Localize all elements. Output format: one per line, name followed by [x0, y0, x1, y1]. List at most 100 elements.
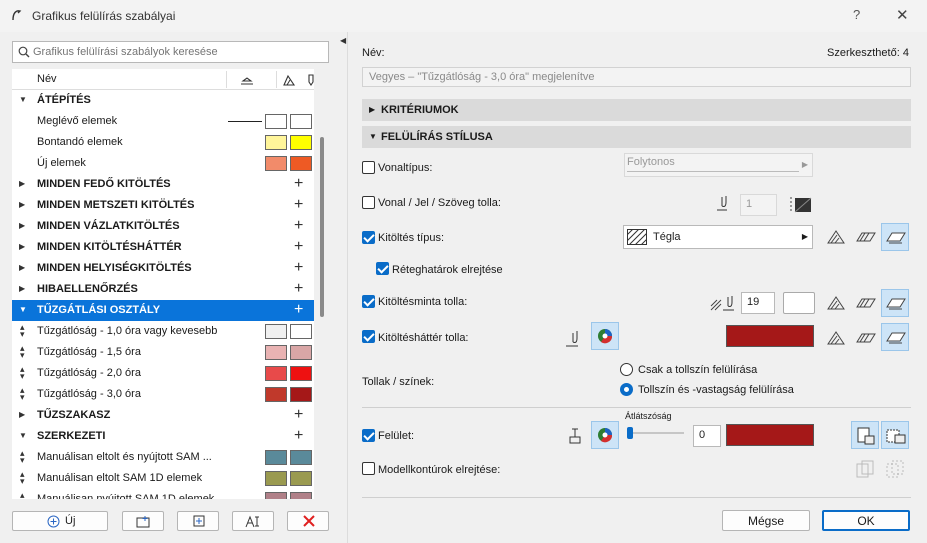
override-style-section[interactable]: ▼ FELÜLÍRÁS STÍLUSA	[362, 126, 911, 148]
fill-cover-icon[interactable]	[855, 330, 877, 346]
fill-color-swatch[interactable]	[290, 324, 312, 339]
surface-color-swatch[interactable]	[265, 387, 287, 402]
pen-icon[interactable]	[304, 73, 314, 87]
linetype-dropdown[interactable]: Folytonos ▶	[624, 153, 813, 177]
surface-color-swatch[interactable]	[265, 471, 287, 486]
fill-type-checkbox[interactable]	[362, 231, 375, 244]
radio-pen-color-weight[interactable]	[620, 383, 633, 396]
fill-color-swatch[interactable]	[290, 135, 312, 150]
reorder-handle-icon[interactable]: ▴▾	[20, 470, 25, 486]
rule-row[interactable]: ▴ ▾ Tűzgátlóság - 2,0 óra	[12, 363, 314, 384]
reorder-handle-icon[interactable]: ▴▾	[20, 449, 25, 465]
add-rule-icon[interactable]: +	[294, 280, 303, 298]
fill-bg-color-swatch[interactable]	[726, 325, 814, 347]
group-row[interactable]: ▶ MINDEN FEDŐ KITÖLTÉS +	[12, 174, 314, 195]
surface-color-swatch[interactable]	[265, 450, 287, 465]
reorder-handle-icon[interactable]: ▴▾	[20, 344, 25, 360]
fill-cover-icon[interactable]	[855, 229, 877, 245]
fill-cut-icon[interactable]	[826, 229, 846, 245]
group-row[interactable]: ▶ MINDEN METSZETI KITÖLTÉS +	[12, 195, 314, 216]
surface-color-swatch[interactable]	[265, 492, 287, 499]
rule-row[interactable]: Új elemek	[12, 153, 314, 174]
fill-color-swatch[interactable]	[290, 114, 312, 129]
add-rule-icon[interactable]: +	[294, 238, 303, 256]
fill-pen-field[interactable]: 19	[741, 292, 775, 314]
rule-row[interactable]: Meglévő elemek	[12, 111, 314, 132]
add-rule-icon[interactable]: +	[294, 259, 303, 277]
fill-color-swatch[interactable]	[290, 387, 312, 402]
rule-row[interactable]: ▴▾ Manuálisan nyújtott SAM 1D elemek	[12, 489, 314, 499]
model-contours-checkbox[interactable]	[362, 462, 375, 475]
group-row[interactable]: ▼ SZERKEZETI +	[12, 426, 314, 447]
fill-color-swatch[interactable]	[290, 366, 312, 381]
expand-icon[interactable]: ▶	[19, 284, 25, 293]
rule-row[interactable]: ▴ ▾ Tűzgátlóság - 3,0 óra	[12, 384, 314, 405]
collapse-panel-arrow[interactable]: ◀	[340, 36, 346, 45]
fill-cut-icon[interactable]	[826, 330, 846, 346]
group-row[interactable]: ▼ ÁTÉPÍTÉS	[12, 90, 314, 111]
surface-color-swatch[interactable]	[726, 424, 814, 446]
expand-icon[interactable]: ▶	[19, 242, 25, 251]
surface-color-swatch[interactable]	[265, 135, 287, 150]
fill-color-swatch[interactable]	[290, 450, 312, 465]
delete-button[interactable]	[287, 511, 329, 531]
rule-row[interactable]: Bontandó elemek	[12, 132, 314, 153]
model-contour-icon[interactable]	[854, 459, 876, 481]
collapse-icon[interactable]: ▼	[19, 95, 27, 104]
expand-icon[interactable]: ▶	[19, 200, 25, 209]
fill-drafting-button[interactable]	[881, 223, 909, 251]
fill-pen-checkbox[interactable]	[362, 295, 375, 308]
duplicate-button[interactable]	[177, 511, 219, 531]
transparency-slider-track[interactable]	[629, 432, 684, 434]
transparency-slider-thumb[interactable]	[627, 427, 633, 439]
surface-icon[interactable]	[240, 73, 254, 87]
surface-override-button[interactable]	[881, 421, 909, 449]
fill-color-swatch[interactable]	[290, 156, 312, 171]
rule-row[interactable]: ▴ ▾ Tűzgátlóság - 1,5 óra	[12, 342, 314, 363]
group-row[interactable]: ▼ TŰZGÁTLÁSI OSZTÁLY +	[12, 300, 314, 321]
fill-drafting-button[interactable]	[881, 289, 909, 317]
add-rule-icon[interactable]: +	[294, 175, 303, 193]
reorder-handle-icon[interactable]: ▴▾	[20, 323, 25, 339]
surface-checkbox[interactable]	[362, 429, 375, 442]
reorder-handle-icon[interactable]: ▴▾	[20, 365, 25, 381]
collapse-icon[interactable]: ▼	[19, 431, 27, 440]
add-rule-icon[interactable]: +	[294, 301, 303, 319]
linetype-checkbox[interactable]	[362, 161, 375, 174]
fill-color-swatch[interactable]	[290, 471, 312, 486]
criteria-section[interactable]: ▶ KRITÉRIUMOK	[362, 99, 911, 121]
fill-cover-icon[interactable]	[855, 295, 877, 311]
reorder-handle-icon[interactable]: ▴▾	[20, 386, 25, 402]
fill-drafting-button[interactable]	[881, 323, 909, 351]
surface-color-picker-button[interactable]	[591, 421, 619, 449]
surface-color-swatch[interactable]	[265, 345, 287, 360]
help-button[interactable]: ?	[853, 7, 860, 22]
expand-icon[interactable]: ▶	[19, 179, 25, 188]
add-rule-icon[interactable]: +	[294, 427, 303, 445]
rule-row[interactable]: ▴ ▾ Manuálisan eltolt SAM 1D elemek	[12, 468, 314, 489]
fill-bg-pen-checkbox[interactable]	[362, 330, 375, 343]
surface-color-swatch[interactable]	[265, 156, 287, 171]
collapse-icon[interactable]: ▼	[19, 305, 27, 314]
add-rule-icon[interactable]: +	[294, 196, 303, 214]
expand-icon[interactable]: ▶	[19, 410, 25, 419]
expand-icon[interactable]: ▶	[19, 221, 25, 230]
rule-row[interactable]: ▴ ▾ Tűzgátlóság - 1,0 óra vagy kevesebb	[12, 321, 314, 342]
group-row[interactable]: ▶ MINDEN HELYISÉGKITÖLTÉS +	[12, 258, 314, 279]
add-rule-icon[interactable]: +	[294, 217, 303, 235]
name-field[interactable]: Vegyes – "Tűzgátlóság - 3,0 óra" megjele…	[362, 67, 911, 87]
fill-color-swatch[interactable]	[290, 492, 312, 499]
search-box[interactable]	[12, 41, 329, 63]
fill-type-dropdown[interactable]: Tégla ▶	[623, 225, 813, 249]
surface-color-swatch[interactable]	[265, 366, 287, 381]
fill-icon[interactable]	[282, 73, 296, 87]
group-row[interactable]: ▶ MINDEN VÁZLATKITÖLTÉS +	[12, 216, 314, 237]
fill-pen-color[interactable]	[783, 292, 815, 314]
fill-cut-icon[interactable]	[826, 295, 846, 311]
search-input[interactable]	[33, 44, 323, 60]
add-rule-icon[interactable]: +	[294, 406, 303, 424]
ok-button[interactable]: OK	[822, 510, 910, 531]
radio-pen-color-only[interactable]	[620, 363, 633, 376]
line-pen-checkbox[interactable]	[362, 196, 375, 209]
surface-color-swatch[interactable]	[265, 324, 287, 339]
